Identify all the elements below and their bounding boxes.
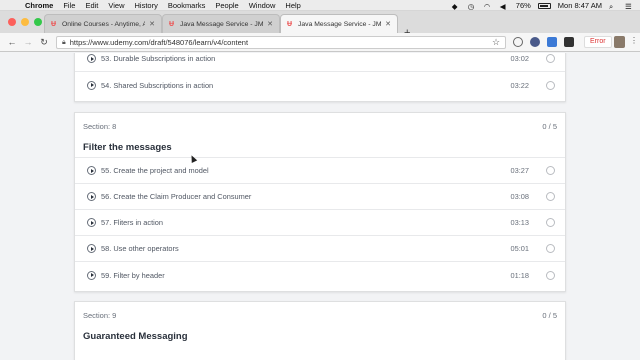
tab-jms-active[interactable]: Ʉ Java Message Service - JMS C ✕ [280,14,398,33]
section-card-9: Section: 9 0 / 5 Guaranteed Messaging [74,301,566,360]
menu-window[interactable]: Window [244,1,281,10]
lecture-title[interactable]: 54. Shared Subscriptions in action [101,81,213,90]
menu-people[interactable]: People [210,1,243,10]
menu-help[interactable]: Help [280,1,305,10]
battery-percent[interactable]: 76% [516,1,531,10]
clock-icon[interactable]: ◷ [468,2,477,11]
completion-checkbox[interactable] [546,166,555,175]
tab-label: Java Message Service - JMS C [180,20,264,28]
lecture-title[interactable]: 59. Filter by header [101,271,165,280]
wifi-icon[interactable]: ◠ [484,2,493,11]
udemy-favicon-icon: Ʉ [287,20,293,28]
menu-bookmarks[interactable]: Bookmarks [163,1,211,10]
lecture-row[interactable]: 59. Filter by header 01:18 [75,262,565,288]
section-card-8: Section: 8 0 / 5 Filter the messages 55.… [74,112,566,292]
back-button[interactable]: ← [4,37,20,47]
tab-online-courses[interactable]: Ʉ Online Courses - Anytime, Any ✕ [44,14,162,33]
completion-checkbox[interactable] [546,244,555,253]
play-icon[interactable] [87,270,96,280]
chrome-menu-icon[interactable]: ⋮ [630,36,638,45]
lecture-row[interactable]: 58. Use other operators 05:01 [75,236,565,262]
bookmark-star-icon[interactable]: ☆ [492,37,500,48]
completion-checkbox[interactable] [546,218,555,227]
forward-button[interactable]: → [20,37,36,47]
tab-label: Java Message Service - JMS C [298,20,382,28]
section-progress: 0 / 5 [542,311,557,320]
lecture-row[interactable]: 54. Shared Subscriptions in action 03:22 [75,72,565,98]
browser-toolbar: ← → ↻ 🔒︎ https://www.udemy.com/draft/548… [0,33,640,52]
tab-jms-1[interactable]: Ʉ Java Message Service - JMS C ✕ [162,14,280,33]
lecture-title[interactable]: 58. Use other operators [101,244,179,253]
menu-file[interactable]: File [58,1,80,10]
close-tab-icon[interactable]: ✕ [149,20,155,28]
completion-checkbox[interactable] [546,192,555,201]
udemy-favicon-icon: Ʉ [51,20,57,28]
menu-edit[interactable]: Edit [80,1,103,10]
udemy-favicon-icon: Ʉ [169,20,175,28]
lecture-row[interactable]: 56. Create the Claim Producer and Consum… [75,184,565,210]
play-icon[interactable] [87,192,96,201]
course-content: 53. Durable Subscriptions in action 03:0… [0,53,640,360]
extension-icon[interactable] [547,37,557,47]
completion-checkbox[interactable] [546,270,555,280]
close-tab-icon[interactable]: ✕ [385,20,391,28]
completion-checkbox[interactable] [546,80,555,90]
extension-icon[interactable] [564,37,574,47]
battery-icon[interactable] [537,2,551,9]
lecture-duration: 05:01 [510,244,530,253]
extension-icon[interactable] [513,37,523,47]
section-header[interactable]: Section: 9 0 / 5 Guaranteed Messaging [75,302,565,346]
extension-icon[interactable] [530,37,540,47]
profile-error-button[interactable]: Error [584,36,612,48]
play-icon[interactable] [87,218,96,227]
menu-view[interactable]: View [103,1,129,10]
section-progress: 0 / 5 [542,122,557,131]
window-controls [8,18,42,26]
lecture-duration: 03:22 [510,80,530,90]
reload-button[interactable]: ↻ [36,37,52,48]
dropbox-icon[interactable]: ◆ [452,2,461,11]
section-label: Section: 8 [83,122,117,131]
macos-menu-bar: Chrome File Edit View History Bookmarks … [0,0,640,11]
lecture-duration: 03:27 [510,166,530,175]
tab-strip: Ʉ Online Courses - Anytime, Any ✕ Ʉ Java… [0,11,640,39]
profile-avatar[interactable] [614,36,625,48]
zoom-window-button[interactable] [34,18,42,26]
lecture-row[interactable]: 55. Create the project and model 03:27 [75,158,565,184]
lecture-row[interactable]: 57. Fliters in action 03:13 [75,210,565,236]
section-title: Guaranteed Messaging [83,331,188,342]
lecture-duration: 03:02 [510,54,530,63]
play-icon[interactable] [87,244,96,253]
tab-label: Online Courses - Anytime, Any [62,20,146,28]
section-card-previous: 53. Durable Subscriptions in action 03:0… [74,53,566,102]
menu-app-chrome[interactable]: Chrome [20,1,58,10]
minimize-window-button[interactable] [21,18,29,26]
play-icon[interactable] [87,54,96,63]
close-tab-icon[interactable]: ✕ [267,20,273,28]
menu-history[interactable]: History [130,1,163,10]
play-icon[interactable] [87,80,96,90]
spotlight-icon[interactable]: ⌕ [609,2,618,11]
section-title: Filter the messages [83,142,172,153]
section-header[interactable]: Section: 8 0 / 5 Filter the messages [75,113,565,157]
close-window-button[interactable] [8,18,16,26]
lecture-duration: 03:13 [510,218,530,227]
menubar-clock[interactable]: Mon 8:47 AM [558,1,602,10]
lecture-title[interactable]: 53. Durable Subscriptions in action [101,54,215,63]
play-icon[interactable] [87,166,96,175]
lecture-title[interactable]: 56. Create the Claim Producer and Consum… [101,192,251,201]
section-label: Section: 9 [83,311,117,320]
menu-extras: ◆ ◷ ◠ ◀ 76% Mon 8:47 AM ⌕ ☰ [452,0,634,11]
lecture-duration: 01:18 [510,270,530,280]
url-text: https://www.udemy.com/draft/548076/learn… [69,38,249,47]
lecture-title[interactable]: 55. Create the project and model [101,166,209,175]
lecture-duration: 03:08 [510,192,530,201]
lecture-row[interactable]: 53. Durable Subscriptions in action 03:0… [75,53,565,72]
address-bar[interactable]: 🔒︎ https://www.udemy.com/draft/548076/le… [56,36,506,49]
lock-icon: 🔒︎ [62,38,66,46]
lecture-title[interactable]: 57. Fliters in action [101,218,163,227]
volume-icon[interactable]: ◀ [500,2,509,11]
completion-checkbox[interactable] [546,54,555,63]
notification-center-icon[interactable]: ☰ [625,2,634,11]
